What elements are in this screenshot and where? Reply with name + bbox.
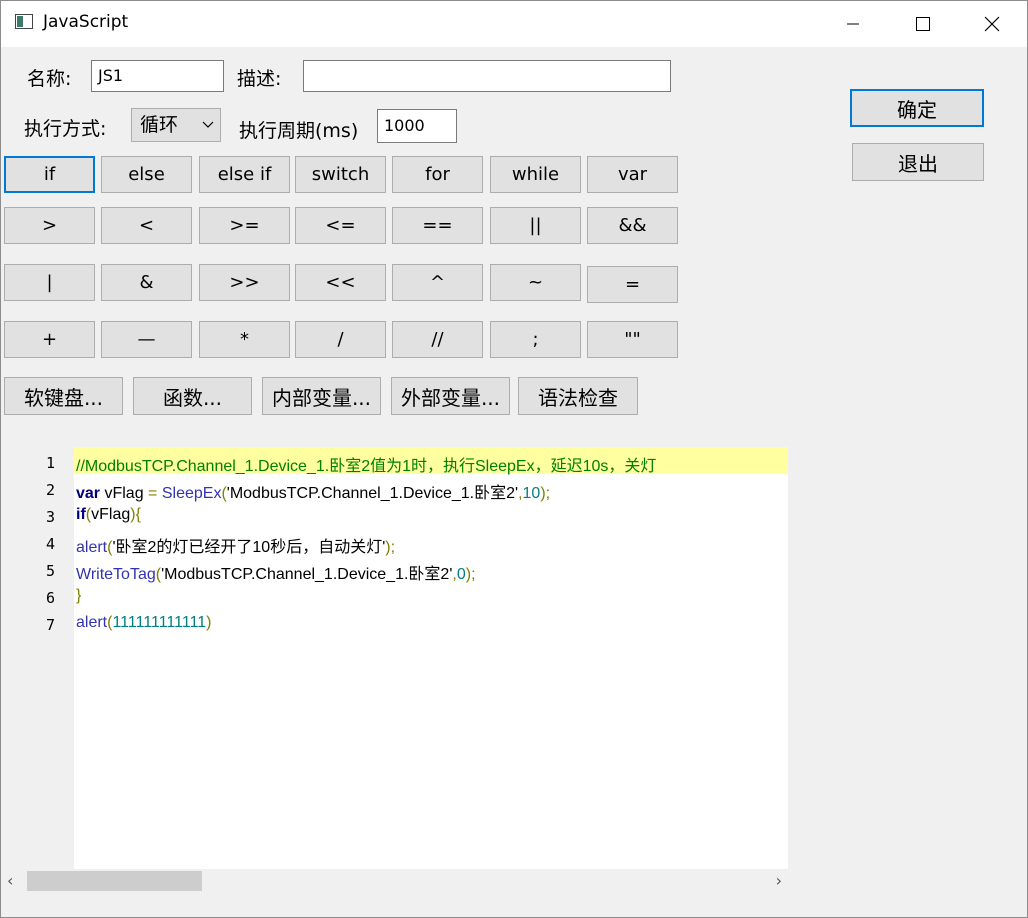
code-token: ); bbox=[385, 539, 396, 556]
syntax-check-button[interactable]: 语法检查 bbox=[518, 377, 638, 415]
line-number-gutter: 1 2 3 4 5 6 7 bbox=[5, 447, 74, 870]
code-token: alert bbox=[76, 539, 108, 556]
javascript-dialog: JavaScript 名称: JS1 描述: 执行方式: 循环 执行周期(ms)… bbox=[0, 0, 1028, 918]
key-while-button[interactable]: while bbox=[490, 156, 581, 193]
line-number: 2 bbox=[45, 481, 55, 499]
key-logical-and-button[interactable]: && bbox=[587, 207, 678, 244]
key-plus-button[interactable]: + bbox=[4, 321, 95, 358]
code-line: WriteToTag('ModbusTCP.Channel_1.Device_1… bbox=[76, 560, 476, 584]
description-label: 描述: bbox=[237, 68, 282, 90]
window-title: JavaScript bbox=[43, 12, 129, 32]
minimize-icon bbox=[847, 23, 859, 25]
mode-select[interactable]: 循环 bbox=[131, 108, 221, 142]
close-button[interactable] bbox=[957, 1, 1027, 47]
code-token: alert bbox=[76, 614, 108, 631]
code-token: //ModbusTCP.Channel_1.Device_1.卧室2值为1时，执… bbox=[76, 458, 657, 475]
scroll-left-icon[interactable]: ‹ bbox=[7, 871, 13, 890]
key-else-if-button[interactable]: else if bbox=[199, 156, 290, 193]
key-shift-left-button[interactable]: << bbox=[295, 264, 386, 301]
line-number: 5 bbox=[45, 562, 55, 580]
key-equals-button[interactable]: == bbox=[392, 207, 483, 244]
key-multiply-button[interactable]: * bbox=[199, 321, 290, 358]
code-line: //ModbusTCP.Channel_1.Device_1.卧室2值为1时，执… bbox=[76, 452, 656, 476]
code-line: alert('卧室2的灯已经开了10秒后，自动关灯'); bbox=[76, 533, 395, 557]
code-line: if(vFlag){ bbox=[76, 506, 141, 524]
code-token: ){ bbox=[130, 506, 141, 523]
key-bitwise-and-button[interactable]: & bbox=[101, 264, 192, 301]
scroll-right-icon[interactable]: › bbox=[776, 871, 782, 890]
code-editor[interactable]: 1 2 3 4 5 6 7 //ModbusTCP.Channel_1.Device_1.卧… bbox=[5, 447, 788, 870]
key-greater-equal-button[interactable]: >= bbox=[199, 207, 290, 244]
mode-label: 执行方式: bbox=[24, 118, 107, 140]
key-shift-right-button[interactable]: >> bbox=[199, 264, 290, 301]
key-minus-button[interactable]: — bbox=[101, 321, 192, 358]
line-number: 6 bbox=[45, 589, 55, 607]
key-else-button[interactable]: else bbox=[101, 156, 192, 193]
key-var-button[interactable]: var bbox=[587, 156, 678, 193]
code-token: vFlag bbox=[100, 485, 149, 502]
line-number: 3 bbox=[45, 508, 55, 526]
name-label: 名称: bbox=[27, 68, 72, 90]
close-icon bbox=[984, 16, 1000, 32]
app-icon bbox=[15, 14, 33, 29]
code-token: ); bbox=[465, 566, 476, 583]
period-label: 执行周期(ms) bbox=[239, 120, 359, 142]
line-number: 7 bbox=[45, 616, 55, 634]
minimize-button[interactable] bbox=[818, 1, 888, 47]
code-token: 0 bbox=[456, 566, 466, 583]
line-number: 1 bbox=[45, 454, 55, 472]
key-less-than-button[interactable]: < bbox=[101, 207, 192, 244]
title-bar: JavaScript bbox=[1, 1, 1027, 47]
code-token: WriteToTag bbox=[76, 566, 156, 583]
key-less-equal-button[interactable]: <= bbox=[295, 207, 386, 244]
key-switch-button[interactable]: switch bbox=[295, 156, 386, 193]
functions-button[interactable]: 函数... bbox=[133, 377, 252, 415]
key-bitwise-or-button[interactable]: | bbox=[4, 264, 95, 301]
internal-variables-button[interactable]: 内部变量... bbox=[262, 377, 381, 415]
line-number: 4 bbox=[45, 535, 55, 553]
code-token: = bbox=[148, 485, 158, 502]
code-token: 'ModbusTCP.Channel_1.Device_1.卧室2' bbox=[226, 485, 519, 502]
ok-button[interactable]: 确定 bbox=[850, 89, 984, 127]
key-bitwise-not-button[interactable]: ~ bbox=[490, 264, 581, 301]
name-input[interactable]: JS1 bbox=[91, 60, 224, 92]
code-token: 'ModbusTCP.Channel_1.Device_1.卧室2' bbox=[161, 566, 453, 583]
external-variables-button[interactable]: 外部变量... bbox=[391, 377, 510, 415]
code-token: var bbox=[76, 485, 101, 502]
key-comment-button[interactable]: // bbox=[392, 321, 483, 358]
key-divide-button[interactable]: / bbox=[295, 321, 386, 358]
key-logical-or-button[interactable]: || bbox=[490, 207, 581, 244]
key-greater-than-button[interactable]: > bbox=[4, 207, 95, 244]
key-assign-button[interactable]: = bbox=[587, 266, 678, 303]
key-for-button[interactable]: for bbox=[392, 156, 483, 193]
period-input[interactable]: 1000 bbox=[377, 109, 457, 143]
code-token: ) bbox=[206, 614, 212, 631]
key-quotes-button[interactable]: "" bbox=[587, 321, 678, 358]
scrollbar-thumb[interactable] bbox=[27, 871, 202, 891]
key-semicolon-button[interactable]: ; bbox=[490, 321, 581, 358]
maximize-button[interactable] bbox=[888, 1, 958, 47]
code-token: if bbox=[76, 506, 86, 523]
code-token: vFlag bbox=[91, 506, 131, 523]
mode-select-value: 循环 bbox=[140, 114, 179, 136]
code-token: 10 bbox=[522, 485, 541, 502]
code-token: } bbox=[76, 587, 82, 604]
key-if-button[interactable]: if bbox=[4, 156, 95, 193]
horizontal-scrollbar[interactable]: ‹ › bbox=[1, 869, 788, 893]
code-line: alert(111111111111) bbox=[76, 614, 212, 632]
code-area[interactable]: //ModbusTCP.Channel_1.Device_1.卧室2值为1时，执… bbox=[74, 447, 788, 870]
soft-keyboard-button[interactable]: 软键盘... bbox=[4, 377, 123, 415]
code-line: } bbox=[76, 587, 81, 605]
chevron-down-icon bbox=[202, 109, 214, 153]
code-token: 111111111111 bbox=[112, 614, 207, 631]
description-input[interactable] bbox=[303, 60, 671, 92]
maximize-icon bbox=[916, 17, 930, 31]
code-token: '卧室2的灯已经开了10秒后，自动关灯' bbox=[112, 539, 386, 556]
code-token: SleepEx bbox=[161, 485, 222, 502]
code-line: var vFlag = SleepEx('ModbusTCP.Channel_1… bbox=[76, 479, 550, 503]
code-token: ); bbox=[540, 485, 551, 502]
exit-button[interactable]: 退出 bbox=[852, 143, 984, 181]
key-xor-button[interactable]: ^ bbox=[392, 264, 483, 301]
